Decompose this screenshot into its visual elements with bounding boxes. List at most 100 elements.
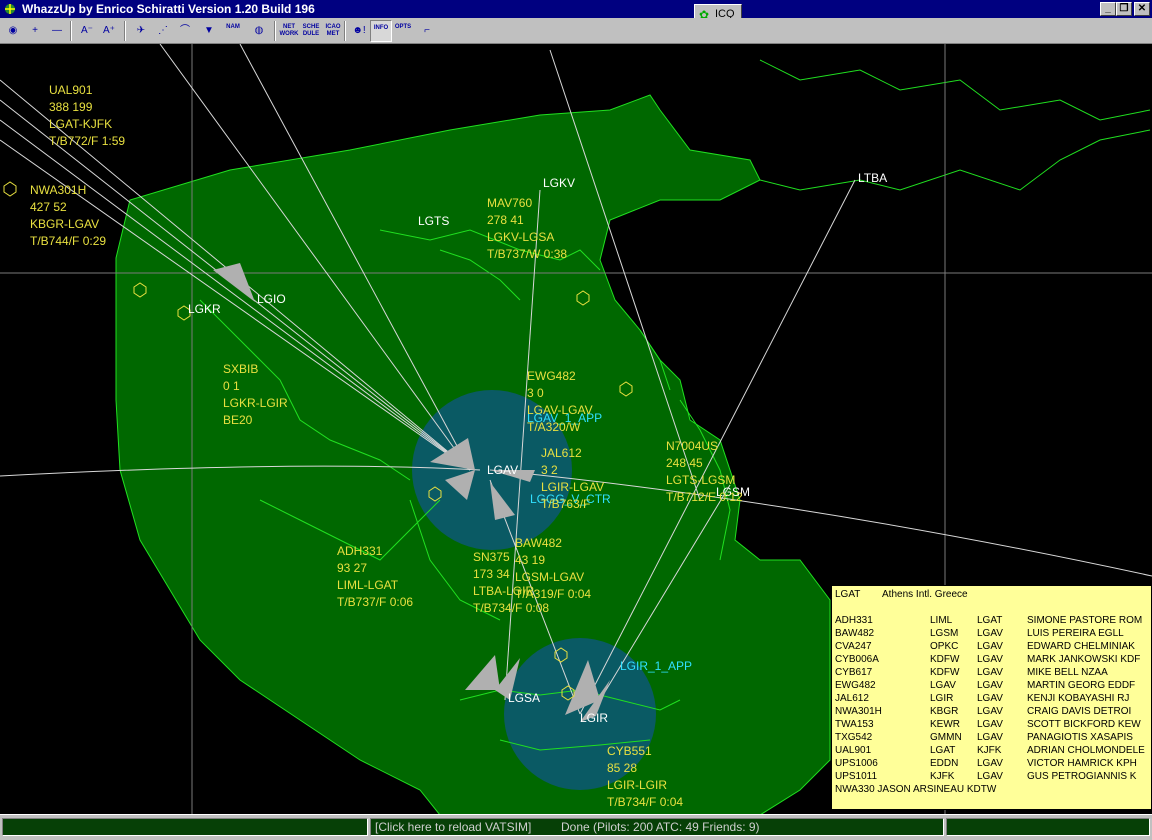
flight-sn375-line-3: T/B734/F 0:08 <box>473 601 549 615</box>
panel-row[interactable]: NWA330 JASON ARSINEAU KDTW <box>835 784 1152 797</box>
panel-cell-to: KJFK <box>977 745 1002 756</box>
panel-cell-callsign: TXG542 <box>835 732 873 743</box>
panel-cell-pilot: LUIS PEREIRA EGLL <box>1027 628 1124 639</box>
globe-icon[interactable]: ◉ <box>2 20 24 42</box>
panel-cell-callsign: UPS1006 <box>835 758 878 769</box>
toolbar-separator <box>124 21 126 41</box>
panel-cell-callsign: NWA301H <box>835 706 882 717</box>
flight-nwa301h-line-2: KBGR-LGAV <box>30 217 99 231</box>
names-button[interactable]: NAM <box>222 20 244 42</box>
panel-cell-callsign: CYB617 <box>835 667 873 678</box>
panel-cell-to: LGAV <box>977 628 1003 639</box>
panel-row[interactable]: CVA247 OPKC LGAV EDWARD CHELMINIAK <box>835 641 1152 654</box>
flight-mav760-line-0: MAV760 <box>487 196 532 210</box>
flight-adh331-line-3: T/B737/F 0:06 <box>337 595 413 609</box>
font-larger-button[interactable]: A⁺ <box>98 20 120 42</box>
panel-row[interactable]: EWG482 LGAV LGAV MARTIN GEORG EDDF <box>835 680 1152 693</box>
atc-lgir-1-app-label: LGIR_1_APP <box>620 659 692 673</box>
panel-cell-pilot: VICTOR HAMRICK KPH <box>1027 758 1137 769</box>
schedule-button[interactable]: SCHE DULE <box>300 20 322 42</box>
toolbar-separator <box>344 21 346 41</box>
panel-row[interactable]: TXG542 GMMN LGAV PANAGIOTIS XASAPIS <box>835 732 1152 745</box>
minimize-button[interactable]: _ <box>1100 2 1116 16</box>
tower-button[interactable]: ▼ <box>198 20 220 42</box>
panel-cell-pilot: EDWARD CHELMINIAK <box>1027 641 1135 652</box>
earth-button[interactable]: ◍ <box>248 20 270 42</box>
panel-cell-pilot: SCOTT BICKFORD KEW <box>1027 719 1141 730</box>
panel-row[interactable]: BAW482 LGSM LGAV LUIS PEREIRA EGLL <box>835 628 1152 641</box>
flight-mav760-line-2: LGKV-LGSA <box>487 230 554 244</box>
panel-cell-from: KBGR <box>930 706 959 717</box>
panel-cell-to: LGAV <box>977 693 1003 704</box>
network-button[interactable]: NET WORK <box>278 20 300 42</box>
panel-cell-from: GMMN <box>930 732 962 743</box>
panel-cell-pilot: ADRIAN CHOLMONDELE <box>1027 745 1145 756</box>
panel-cell-to: LGAV <box>977 706 1003 717</box>
flight-ewg482-line-0: EWG482 <box>527 369 576 383</box>
panel-row[interactable]: UPS1006 EDDN LGAV VICTOR HAMRICK KPH <box>835 758 1152 771</box>
panel-cell-from: KDFW <box>930 667 960 678</box>
flight-sn375-line-1: 173 34 <box>473 567 510 581</box>
info-button[interactable]: INFO <box>370 20 392 42</box>
flight-jal612-line-2: LGIR-LGAV <box>541 480 604 494</box>
flight-sxbib-line-2: LGKR-LGIR <box>223 396 288 410</box>
flight-nwa301h[interactable]: NWA301H 427 52 KBGR-LGAV T/B744/F 0:29 <box>30 183 106 248</box>
zoom-in-button[interactable]: + <box>24 20 46 42</box>
flight-ual901[interactable]: UAL901 388 199 LGAT-KJFK T/B772/F 1:59 <box>49 83 125 148</box>
panel-cell-to: LGAT <box>977 615 1003 626</box>
panel-airport-name: Athens Intl. Greece <box>882 589 968 600</box>
status-text: Done (Pilots: 200 ATC: 49 Friends: 9) <box>561 820 760 834</box>
panel-cell-to: LGAV <box>977 641 1003 652</box>
title-bar: WhazzUp by Enrico Schiratti Version 1.20… <box>0 0 1152 25</box>
panel-cell-callsign: NWA330 JASON ARSINEAU KDTW <box>835 784 997 795</box>
flight-jal612-line-0: JAL612 <box>541 446 582 460</box>
panel-cell-from: LGAT <box>930 745 956 756</box>
panel-cell-callsign: CVA247 <box>835 641 872 652</box>
panel-row[interactable]: TWA153 KEWR LGAV SCOTT BICKFORD KEW <box>835 719 1152 732</box>
options-button[interactable]: OPTS <box>392 20 414 42</box>
panel-row[interactable]: ADH331 LIML LGAT SIMONE PASTORE ROM <box>835 615 1152 628</box>
panel-row[interactable]: JAL612 LGIR LGAV KENJI KOBAYASHI RJ <box>835 693 1152 706</box>
whazzup-app-icon <box>5 4 15 14</box>
panel-cell-pilot: CRAIG DAVIS DETROI <box>1027 706 1132 717</box>
panel-row[interactable]: UAL901 LGAT KJFK ADRIAN CHOLMONDELE <box>835 745 1152 758</box>
flight-baw482-line-2: LGSM-LGAV <box>515 570 584 584</box>
panel-cell-pilot: KENJI KOBAYASHI RJ <box>1027 693 1130 704</box>
panel-cell-pilot: MIKE BELL NZAA <box>1027 667 1108 678</box>
airport-lgir-label: LGIR <box>580 711 608 725</box>
flight-sn375-line-0: SN375 <box>473 550 510 564</box>
smiley-button[interactable]: ☻! <box>348 20 370 42</box>
icao-met-button[interactable]: ICAO MET <box>322 20 344 42</box>
aircraft-button[interactable]: ✈ <box>130 20 152 42</box>
window-title: WhazzUp by Enrico Schiratti Version 1.20… <box>22 2 315 16</box>
panel-cell-pilot: SIMONE PASTORE ROM <box>1027 615 1143 626</box>
panel-cell-callsign: EWG482 <box>835 680 876 691</box>
panel-cell-to: LGAV <box>977 758 1003 769</box>
close-button[interactable]: ✕ <box>1134 2 1150 16</box>
zoom-out-button[interactable]: — <box>46 20 68 42</box>
panel-row[interactable]: NWA301H KBGR LGAV CRAIG DAVIS DETROI <box>835 706 1152 719</box>
flight-cyb551-line-1: 85 28 <box>607 761 637 775</box>
panel-cell-from: KJFK <box>930 771 955 782</box>
flight-adh331-line-2: LIML-LGAT <box>337 578 399 592</box>
flight-nwa301h-line-0: NWA301H <box>30 183 86 197</box>
panel-row[interactable]: CYB006A KDFW LGAV MARK JANKOWSKI KDF <box>835 654 1152 667</box>
dots-button[interactable]: ⋰ <box>152 20 174 42</box>
flight-sxbib-line-3: BE20 <box>223 413 253 427</box>
panel-cell-to: LGAV <box>977 732 1003 743</box>
route-button[interactable]: ⌒ <box>174 20 196 42</box>
font-smaller-button[interactable]: A⁻ <box>76 20 98 42</box>
flight-n7004us-line-0: N7004US <box>666 439 718 453</box>
reload-vatsim-link[interactable]: [Click here to reload VATSIM] <box>375 819 531 835</box>
flight-ewg482-line-3: T/A320/W <box>527 420 581 434</box>
flight-sn375-line-2: LTBA-LGIR <box>473 584 534 598</box>
panel-row[interactable]: UPS1011 KJFK LGAV GUS PETROGIANNIS K <box>835 771 1152 784</box>
airport-ltba-label: LTBA <box>858 171 887 185</box>
airport-lgsa-label: LGSA <box>508 691 540 705</box>
flight-n7004us-line-3: T/B712/E 0:12 <box>666 490 743 504</box>
flight-adh331-line-0: ADH331 <box>337 544 383 558</box>
help-button[interactable]: ⌐ <box>416 20 438 42</box>
airport-lgkr-label: LGKR <box>188 302 221 316</box>
panel-row[interactable]: CYB617 KDFW LGAV MIKE BELL NZAA <box>835 667 1152 680</box>
restore-button[interactable]: ❐ <box>1116 2 1132 16</box>
